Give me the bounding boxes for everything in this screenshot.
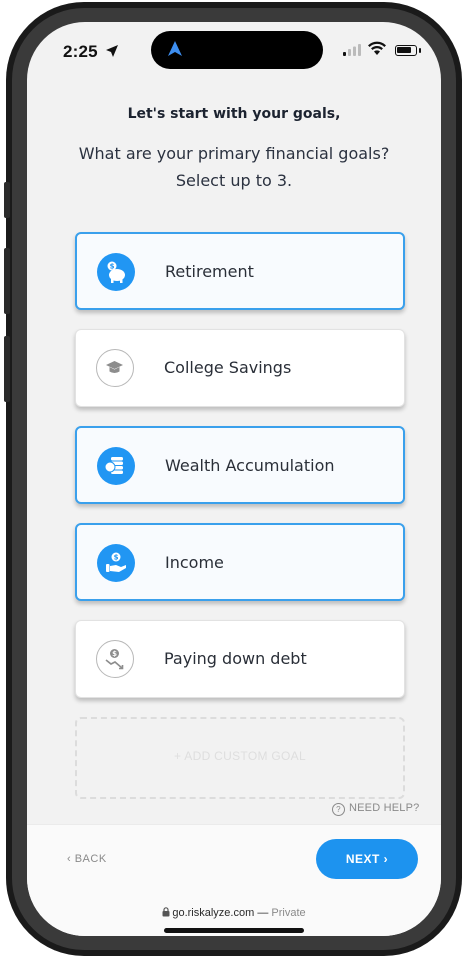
privacy-label: Private bbox=[271, 907, 306, 919]
hand-coin-icon: $ bbox=[97, 544, 135, 582]
goal-card-retirement[interactable]: $ Retirement bbox=[75, 232, 405, 310]
goal-label: Income bbox=[165, 553, 224, 572]
goal-card-college-savings[interactable]: College Savings bbox=[75, 329, 405, 407]
goal-label: Retirement bbox=[165, 262, 254, 281]
graduation-cap-icon bbox=[96, 349, 134, 387]
next-button[interactable]: NEXT › bbox=[316, 839, 418, 879]
footer-bar: ‹ BACK NEXT › go.riskalyze.com — Private bbox=[27, 824, 441, 936]
goal-card-wealth-accumulation[interactable]: Wealth Accumulation bbox=[75, 426, 405, 504]
wifi-icon bbox=[368, 41, 386, 55]
browser-url-bar[interactable]: go.riskalyze.com — Private bbox=[27, 907, 441, 919]
volume-down-button bbox=[4, 336, 10, 402]
goal-card-income[interactable]: $ Income bbox=[75, 523, 405, 601]
need-help-link[interactable]: ? NEED HELP? bbox=[332, 802, 419, 816]
goal-label: College Savings bbox=[164, 358, 292, 377]
goal-label: Paying down debt bbox=[164, 649, 307, 668]
svg-text:$: $ bbox=[110, 263, 115, 271]
lock-icon bbox=[162, 907, 170, 917]
status-time: 2:25 bbox=[63, 42, 119, 62]
volume-up-button bbox=[4, 248, 10, 314]
svg-text:$: $ bbox=[112, 650, 117, 658]
battery-icon bbox=[395, 45, 417, 56]
screen: 2:25 Let's start with your goals, What a… bbox=[27, 22, 441, 936]
dynamic-island bbox=[151, 31, 323, 69]
add-custom-goal-label: + ADD CUSTOM GOAL bbox=[174, 749, 306, 763]
coin-stack-icon bbox=[97, 447, 135, 485]
need-help-label: NEED HELP? bbox=[349, 802, 420, 814]
silent-switch bbox=[4, 182, 10, 218]
url-text: go.riskalyze.com bbox=[172, 907, 255, 919]
svg-text:$: $ bbox=[114, 554, 119, 562]
goals-question: What are your primary financial goals? S… bbox=[78, 144, 390, 190]
cellular-signal-icon bbox=[343, 44, 361, 56]
status-bar: 2:25 bbox=[27, 22, 441, 82]
goal-card-paying-down-debt[interactable]: $ Paying down debt bbox=[75, 620, 405, 698]
home-indicator[interactable] bbox=[164, 928, 304, 933]
page-heading: Let's start with your goals, bbox=[127, 106, 341, 122]
back-button[interactable]: ‹ BACK bbox=[67, 853, 107, 865]
piggy-bank-icon: $ bbox=[97, 253, 135, 291]
debt-down-icon: $ bbox=[96, 640, 134, 678]
question-circle-icon: ? bbox=[332, 803, 345, 816]
battery-tip bbox=[419, 48, 421, 53]
add-custom-goal-button[interactable]: + ADD CUSTOM GOAL bbox=[75, 717, 405, 799]
goal-label: Wealth Accumulation bbox=[165, 456, 335, 475]
navigation-arrow-icon bbox=[168, 41, 182, 56]
location-arrow-icon bbox=[105, 45, 118, 57]
